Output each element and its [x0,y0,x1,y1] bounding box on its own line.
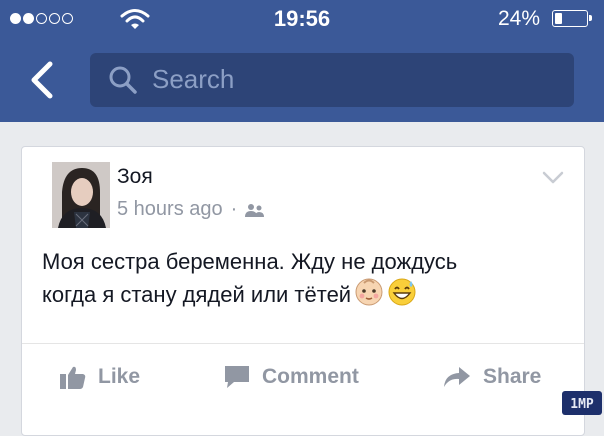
battery-nub [589,15,592,21]
meta-separator: · [230,198,238,220]
share-label: Share [483,365,542,388]
post-actions: Like Comment Share [22,345,584,415]
search-placeholder: Search [152,64,235,94]
share-arrow-icon [444,367,470,387]
watermark-glyph: 1MP [570,397,594,412]
comment-icon [225,366,249,388]
post-timestamp[interactable]: 5 hours ago [117,198,223,221]
share-button[interactable]: Share [443,365,541,389]
post-text-line: Моя сестра беременна. Жду не дождусь [42,249,458,274]
comment-button[interactable]: Comment [224,365,359,389]
thumbs-up-icon [60,366,86,389]
post-meta: 5 hours ago · [117,198,265,221]
search-icon [109,66,137,94]
baby-face-emoji-icon [354,277,384,315]
svg-text:1MP: 1MP [570,397,594,412]
profile-photo [52,162,110,228]
avatar[interactable] [52,162,110,228]
search-input[interactable]: Search [90,53,574,107]
like-button[interactable]: Like [60,365,140,389]
battery-percent: 24% [497,7,540,30]
watermark-logo: 1MP [562,391,602,415]
friends-icon [245,203,265,217]
comment-label: Comment [262,365,359,388]
post-text: Моя сестра беременна. Жду не дождусь ког… [42,247,562,315]
post-card: Зоя 5 hours ago · Моя сестра беременна. … [21,146,585,436]
chevron-down-icon[interactable] [542,171,564,185]
status-bar: 19:56 24% [0,0,604,40]
post-author[interactable]: Зоя [117,165,153,189]
grinning-sweat-emoji-icon [387,277,417,315]
battery-icon [552,10,592,27]
post-text-line-with-emoji: когда я стану дядей или тётей [42,277,562,315]
divider [22,343,584,344]
post-text-line: когда я стану дядей или тётей [42,281,352,307]
like-label: Like [98,365,141,388]
chevron-left-icon[interactable] [26,60,58,100]
battery-fill [555,13,562,24]
navigation-bar: 19:56 24% Search [0,0,604,122]
